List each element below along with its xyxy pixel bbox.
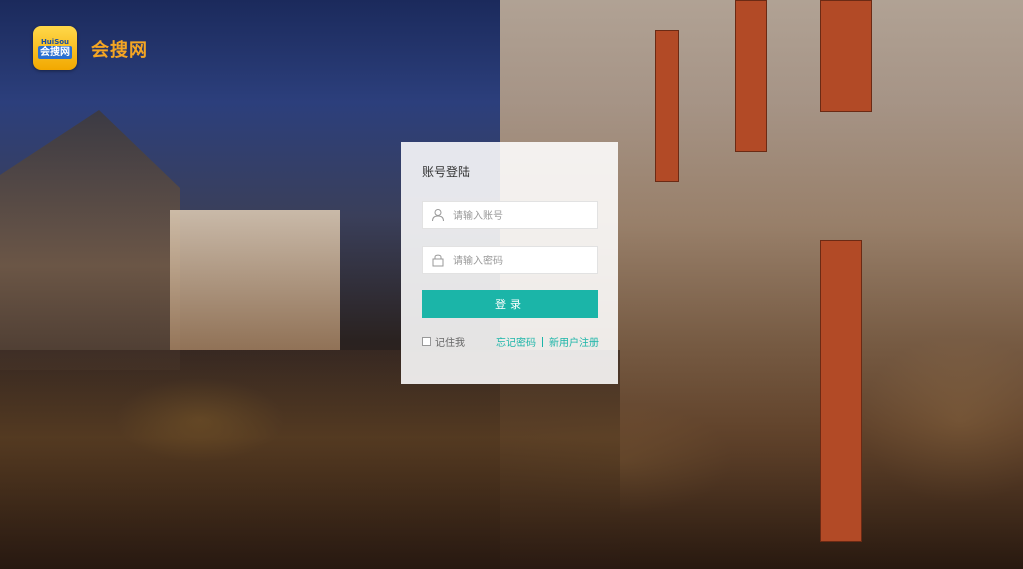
login-title: 账号登陆 bbox=[422, 165, 471, 179]
link-divider bbox=[542, 336, 543, 347]
background-shutter bbox=[735, 0, 767, 152]
background-shutter bbox=[820, 240, 862, 542]
username-input[interactable] bbox=[451, 202, 595, 230]
register-link[interactable]: 新用户注册 bbox=[549, 334, 599, 349]
login-panel: 账号登陆 登录 记住我 忘记密码 新用户注册 bbox=[401, 142, 618, 384]
password-field[interactable] bbox=[422, 246, 598, 275]
background-building-mid bbox=[170, 210, 340, 350]
password-input[interactable] bbox=[451, 247, 595, 275]
auth-links: 忘记密码 新用户注册 bbox=[496, 334, 599, 349]
remember-checkbox[interactable] bbox=[422, 337, 431, 346]
brand-name: 会搜网 bbox=[91, 40, 148, 61]
remember-label: 记住我 bbox=[435, 338, 465, 349]
logo-text-bottom: 会搜网 bbox=[38, 45, 72, 59]
forgot-password-link[interactable]: 忘记密码 bbox=[496, 334, 536, 349]
logo[interactable]: HuiSou 会搜网 bbox=[33, 26, 77, 70]
user-icon bbox=[432, 209, 444, 222]
login-button[interactable]: 登录 bbox=[422, 290, 598, 318]
username-field[interactable] bbox=[422, 201, 598, 230]
lock-icon bbox=[432, 254, 444, 267]
remember-me[interactable]: 记住我 bbox=[422, 334, 465, 349]
background-shutter bbox=[655, 30, 679, 182]
background-shutter bbox=[820, 0, 872, 112]
logo-text-top: HuiSou bbox=[40, 37, 70, 46]
